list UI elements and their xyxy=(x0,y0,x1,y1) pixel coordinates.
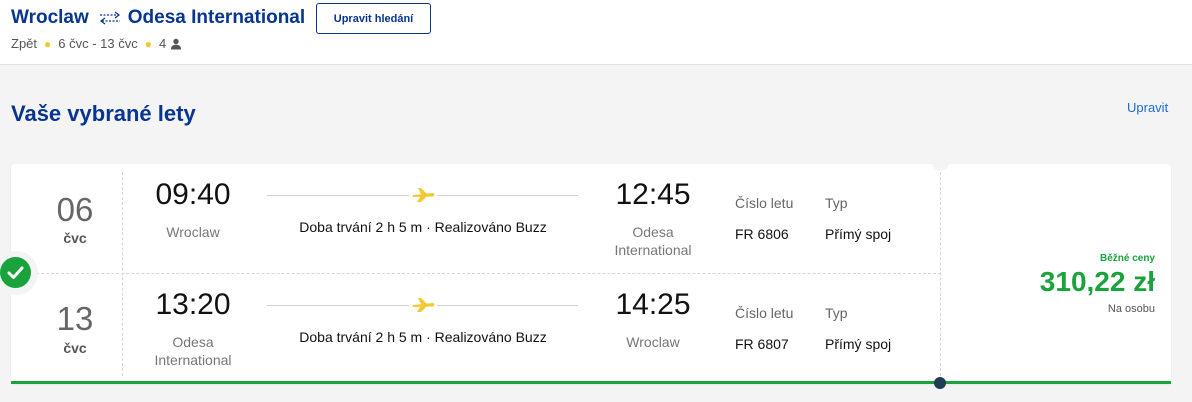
departure-time: 13:20 xyxy=(155,288,231,321)
trip-type: Zpět xyxy=(11,36,38,51)
passenger-count: 4 xyxy=(158,36,167,51)
flight-number-label: Číslo letu xyxy=(735,195,794,211)
per-person-label: Na osobu xyxy=(1107,303,1155,315)
arrival-city: Wroclaw xyxy=(626,334,680,350)
departure-time: 09:40 xyxy=(155,178,231,211)
flight-type: Přímý spoj xyxy=(825,336,892,352)
search-summary-bar: Wroclaw Odesa International Upravit hled… xyxy=(0,0,1192,65)
departure-city: Odesa International xyxy=(154,334,232,368)
flight-day: 06 xyxy=(56,191,94,228)
arrival-time: 14:25 xyxy=(615,288,691,321)
price-per-person: 310,22 zł xyxy=(1039,266,1155,297)
flight-type: Přímý spoj xyxy=(825,226,892,242)
flight-month: čvc xyxy=(63,230,87,246)
person-icon xyxy=(171,38,182,49)
flight-duration: Doba trvání 2 h 5 m · Realizováno Buzz xyxy=(299,329,547,345)
trip-dates: 6 čvc - 13 čvc xyxy=(58,36,138,51)
fare-type-label: Běžné ceny xyxy=(1099,253,1155,264)
card-notch-bottom xyxy=(934,377,946,389)
flight-month: čvc xyxy=(63,340,87,356)
trip-meta: Zpět ● 6 čvc - 13 čvc ● 4 xyxy=(11,36,182,51)
edit-search-button[interactable]: Upravit hledání xyxy=(316,3,431,34)
departure-city: Wroclaw xyxy=(166,224,220,240)
destination-city: Odesa International xyxy=(127,7,306,28)
separator-dot-icon: ● xyxy=(44,36,52,51)
separator-dot-icon: ● xyxy=(144,36,152,51)
flight-type-label: Typ xyxy=(825,305,848,321)
flight-day: 13 xyxy=(56,300,94,337)
flight-type-label: Typ xyxy=(825,195,848,211)
flight-number: FR 6806 xyxy=(735,226,789,242)
fare-divider xyxy=(940,172,941,376)
route-title: Wroclaw Odesa International xyxy=(11,7,305,29)
flight-duration: Doba trvání 2 h 5 m · Realizováno Buzz xyxy=(299,219,547,235)
card-status-bar xyxy=(11,381,1171,384)
plane-icon xyxy=(409,187,437,203)
origin-city: Wroclaw xyxy=(11,7,89,28)
page-title: Vaše vybrané lety xyxy=(11,101,196,126)
flight-divider xyxy=(11,273,941,274)
check-icon xyxy=(0,257,31,288)
flight-number-label: Číslo letu xyxy=(735,305,794,321)
edit-flights-link[interactable]: Upravit xyxy=(1127,100,1168,115)
flight-number: FR 6807 xyxy=(735,336,789,352)
arrival-city: Odesa International xyxy=(614,224,692,258)
plane-icon xyxy=(409,297,437,313)
two-way-arrows-icon xyxy=(99,11,120,25)
arrival-time: 12:45 xyxy=(615,178,691,211)
